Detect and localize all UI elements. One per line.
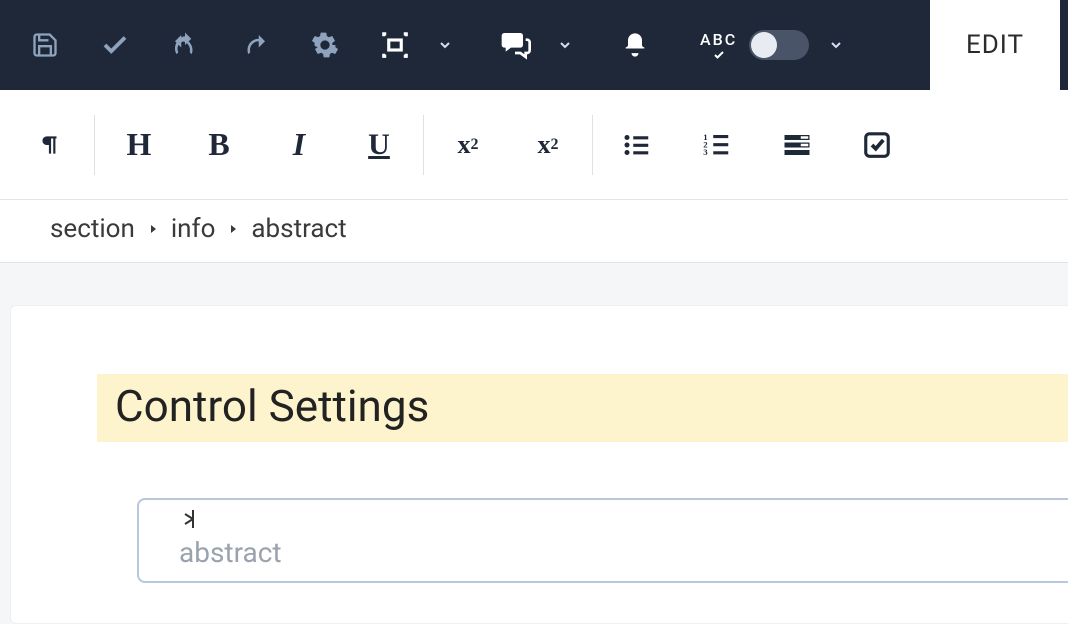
separator [423,115,424,175]
spellcheck-button[interactable]: ABC [700,30,737,61]
definition-list-icon [782,130,812,160]
bold-button[interactable]: B [179,115,259,175]
redo-button[interactable] [220,0,290,90]
underline-button[interactable]: U [339,115,419,175]
check-icon [100,30,130,60]
italic-button[interactable]: I [259,115,339,175]
breadcrumb-separator [227,222,239,236]
heading-button[interactable]: H [99,115,179,175]
bullet-list-icon [622,130,652,160]
settings-button[interactable] [290,0,360,90]
comments-dropdown[interactable] [550,37,580,53]
undo-button[interactable] [150,0,220,90]
bell-icon [621,31,649,59]
editor-area: Control Settings abstract [10,305,1068,624]
document-title[interactable]: Control Settings [97,374,1068,442]
abstract-input[interactable]: abstract [137,498,1068,583]
save-icon [31,31,59,59]
chevron-right-icon [227,222,239,236]
breadcrumb-item[interactable]: abstract [251,214,346,244]
tab-edit[interactable]: EDIT [930,0,1060,90]
spellcheck-toggle[interactable] [749,30,809,60]
chevron-down-icon [828,37,844,53]
save-button[interactable] [10,0,80,90]
screen-icon [380,30,410,60]
validate-button[interactable] [80,0,150,90]
bullet-list-button[interactable] [597,115,677,175]
subscript-button[interactable]: x2 [508,115,588,175]
layout-button[interactable] [360,0,430,90]
checklist-icon [862,130,892,160]
format-toolbar: H B I U x2 x2 123 [0,90,1068,200]
separator [94,115,95,175]
check-icon [710,49,728,61]
abstract-placeholder: abstract [179,536,1048,569]
cursor-icon [181,508,199,530]
chevron-right-icon [147,222,159,236]
breadcrumb-item[interactable]: section [50,214,135,244]
chevron-down-icon [437,37,453,53]
spellcheck-dropdown[interactable] [821,37,851,53]
spellcheck-label: ABC [700,30,737,49]
numbered-list-icon: 123 [702,130,732,160]
main-toolbar: ABC EDIT [0,0,1068,90]
svg-text:3: 3 [703,147,708,157]
breadcrumb-item[interactable]: info [171,214,216,244]
comments-icon [499,29,531,61]
pilcrow-icon [37,130,63,160]
superscript-button[interactable]: x2 [428,115,508,175]
toggle-knob [751,32,777,58]
definition-list-button[interactable] [757,115,837,175]
redo-icon [240,30,270,60]
toolbar-edge [1060,0,1068,90]
breadcrumb-separator [147,222,159,236]
chevron-down-icon [557,37,573,53]
separator [592,115,593,175]
layout-dropdown[interactable] [430,37,460,53]
breadcrumb: section info abstract [0,200,1068,263]
comments-button[interactable] [480,0,550,90]
paragraph-button[interactable] [10,115,90,175]
undo-icon [170,30,200,60]
notifications-button[interactable] [600,0,670,90]
numbered-list-button[interactable]: 123 [677,115,757,175]
gear-icon [311,31,339,59]
checklist-button[interactable] [837,115,917,175]
